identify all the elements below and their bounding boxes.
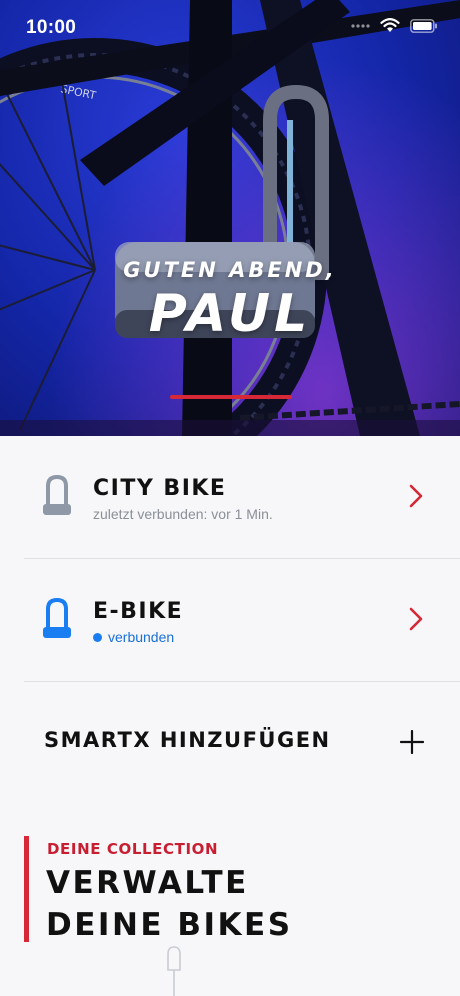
device-list: CITY BIKE zuletzt verbunden: vor 1 Min. … — [24, 436, 460, 682]
device-status: verbunden — [93, 629, 174, 645]
user-name: PAUL — [148, 284, 312, 344]
status-time: 10:00 — [26, 17, 77, 38]
battery-icon — [410, 18, 437, 33]
signal-icon — [351, 23, 370, 28]
collection-kicker: DEINE COLLECTION — [47, 840, 219, 858]
chevron-right-icon[interactable] — [408, 483, 424, 509]
add-smartx-label: SMARTX HINZUFÜGEN — [44, 728, 331, 752]
device-row-city-bike[interactable]: CITY BIKE zuletzt verbunden: vor 1 Min. — [24, 436, 460, 559]
collection-accent-bar — [24, 836, 29, 942]
device-name: CITY BIKE — [93, 476, 227, 501]
u-lock-icon — [43, 474, 71, 515]
plus-icon[interactable] — [400, 730, 424, 754]
hero-banner: SPORT 10:00 GUTEN ABEND, PAUL — [0, 0, 460, 436]
device-name: E-BIKE — [93, 599, 184, 624]
connected-dot-icon — [93, 633, 102, 642]
collection-headline: VERWALTE DEINE BIKES — [46, 862, 293, 946]
hero-accent-bar — [170, 395, 292, 399]
wifi-icon — [380, 18, 400, 32]
device-status-text: verbunden — [108, 629, 175, 645]
hero-photo: SPORT — [0, 0, 460, 436]
greeting: GUTEN ABEND, PAUL — [0, 258, 460, 340]
chevron-right-icon[interactable] — [408, 606, 424, 632]
device-status: zuletzt verbunden: vor 1 Min. — [93, 506, 273, 522]
device-row-e-bike[interactable]: E-BIKE verbunden — [24, 559, 460, 682]
collection-headline-line-2: DEINE BIKES — [46, 907, 293, 943]
add-smartx-button[interactable]: SMARTX HINZUFÜGEN — [44, 728, 424, 758]
u-lock-icon — [43, 597, 71, 638]
collection-headline-line-1: VERWALTE — [46, 865, 249, 901]
greeting-line: GUTEN ABEND, — [123, 258, 337, 282]
status-bar: 10:00 — [0, 0, 460, 56]
u-lock-outline-icon — [167, 946, 181, 996]
